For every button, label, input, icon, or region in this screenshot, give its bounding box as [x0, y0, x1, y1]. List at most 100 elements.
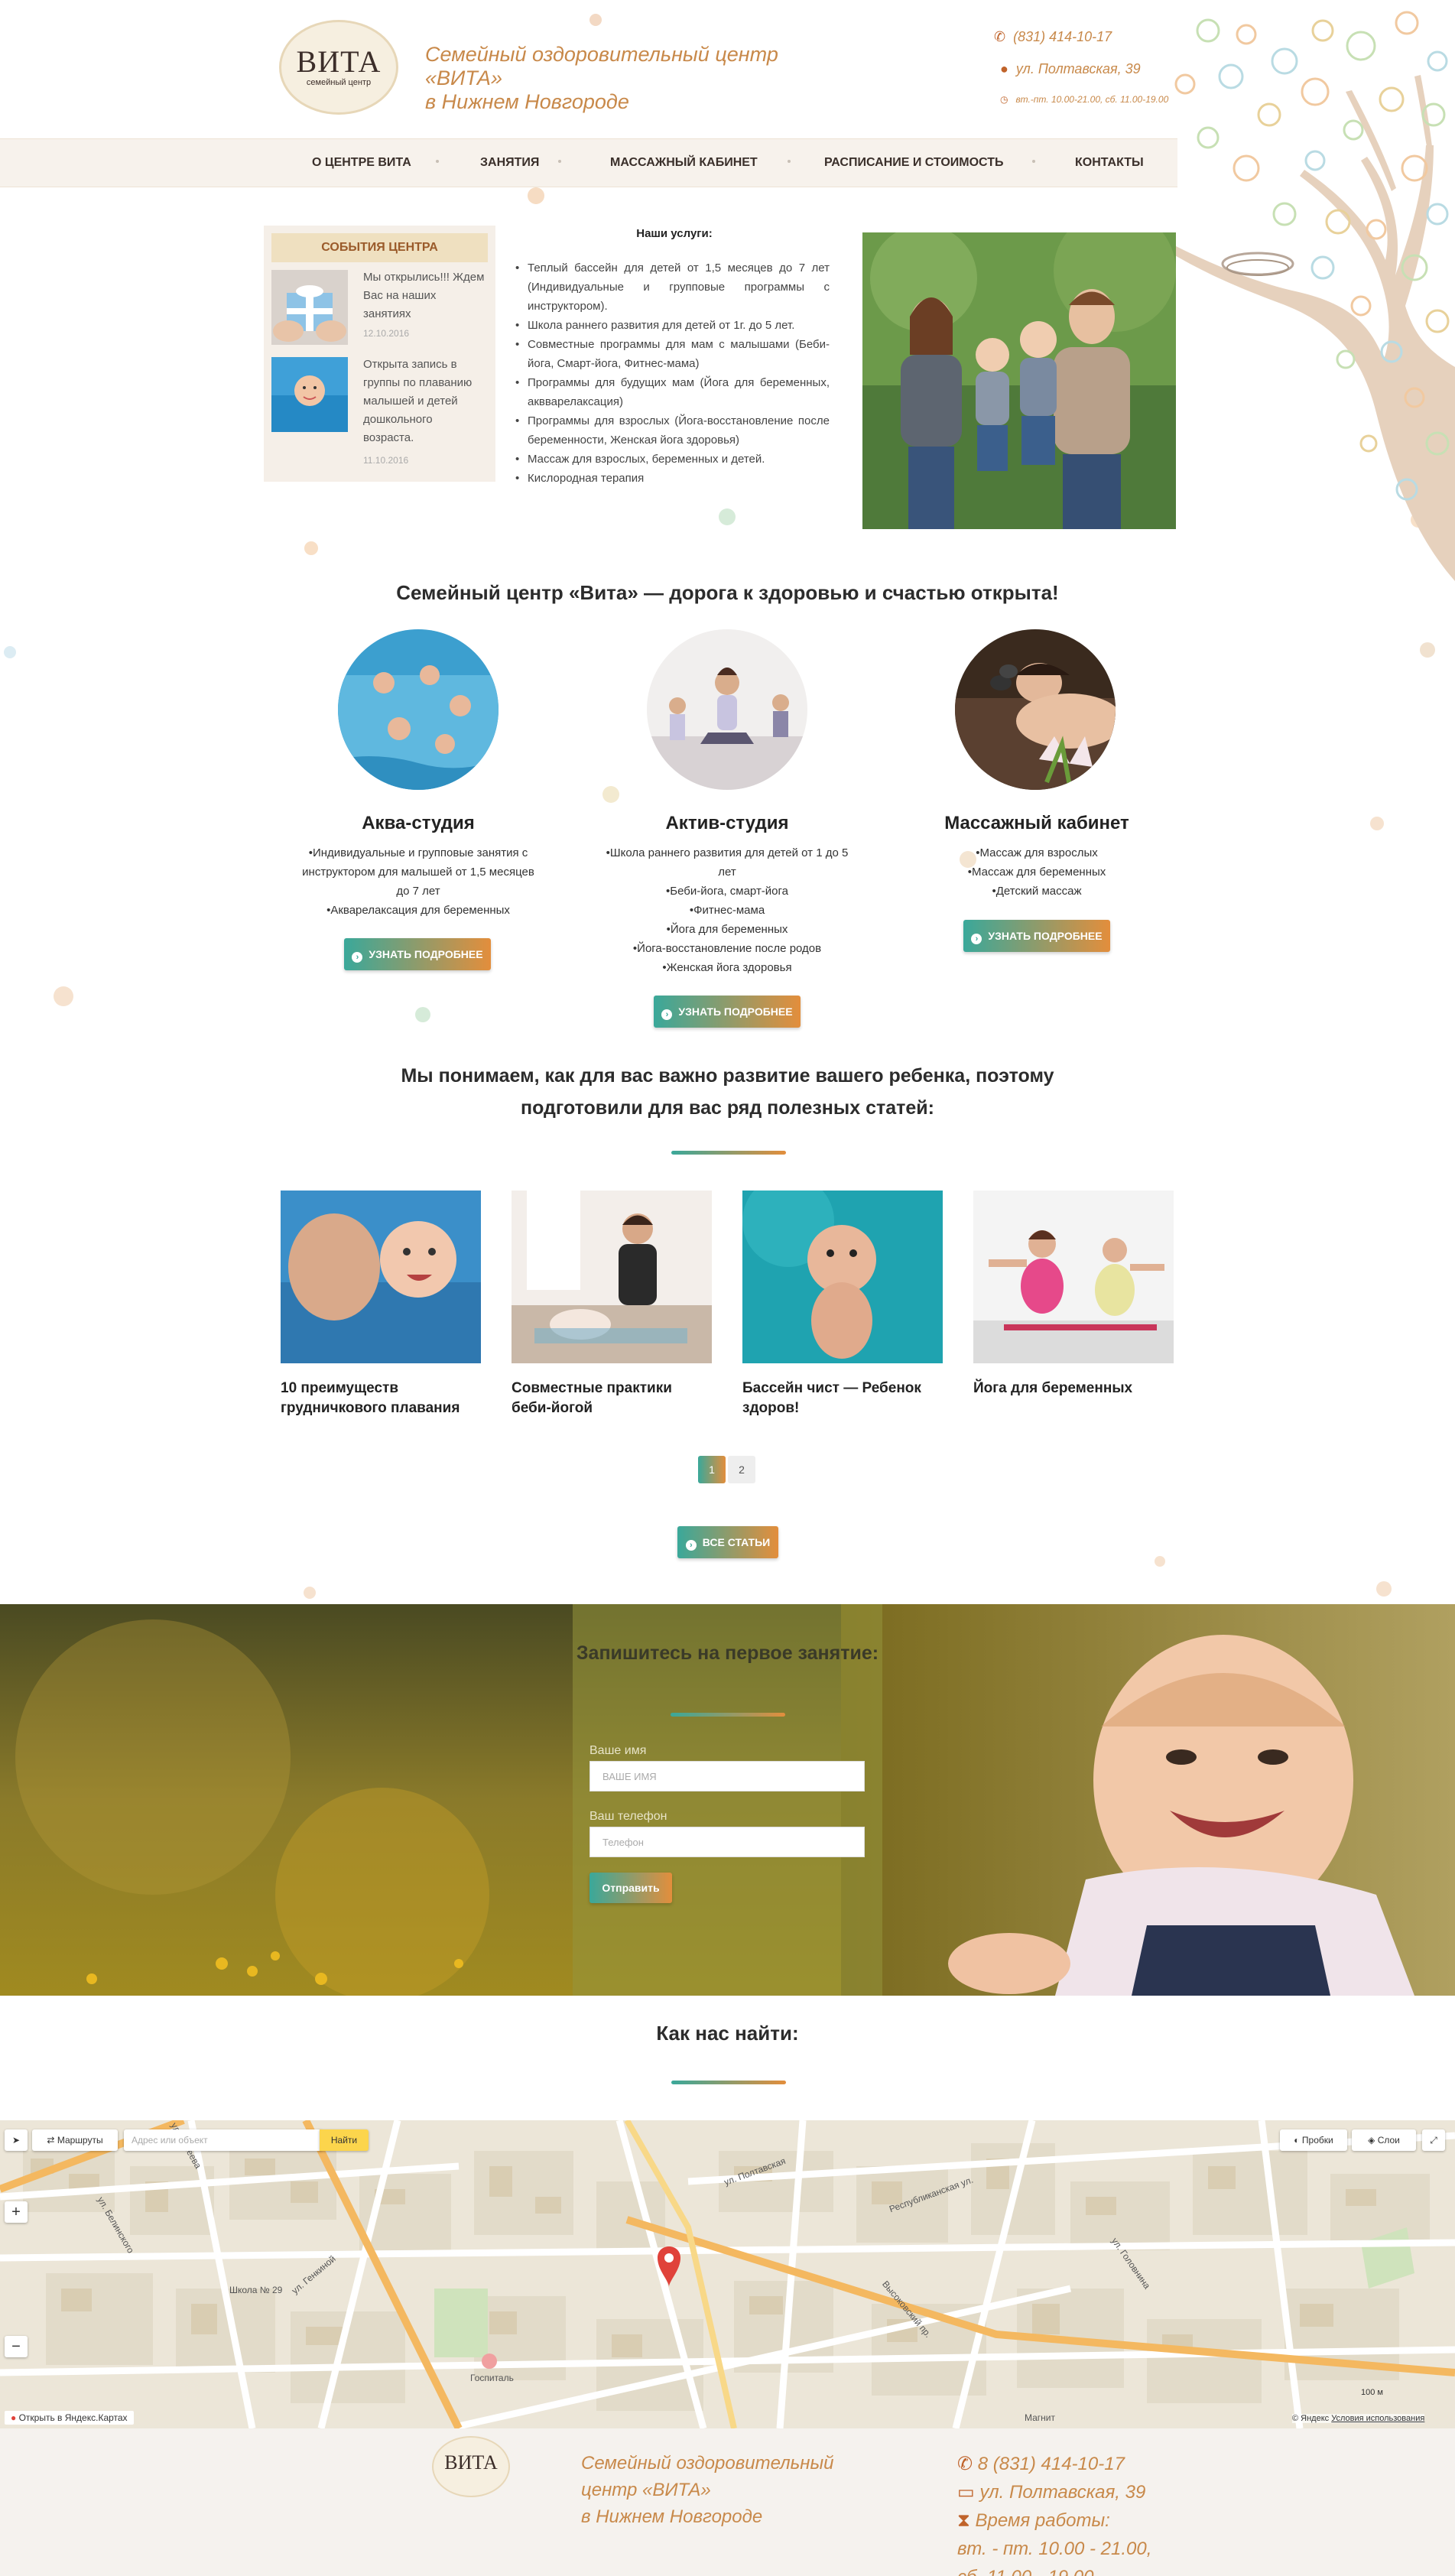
- map-icon: ▭: [957, 2482, 980, 2503]
- active-studio-item: Беби-йога, смарт-йога: [605, 882, 849, 901]
- tagline-line-2: в Нижнем Новгороде: [425, 90, 629, 113]
- map-search-button[interactable]: Найти: [320, 2129, 369, 2151]
- footer-tagline-line-3: в Нижнем Новгороде: [581, 2506, 763, 2527]
- poi-label: Госпиталь: [470, 2373, 514, 2383]
- nav-about[interactable]: О центре Вита: [312, 156, 411, 170]
- header-phone[interactable]: ✆ (831) 414-10-17: [994, 29, 1112, 45]
- phone-icon: ✆: [957, 2454, 978, 2474]
- footer-logo[interactable]: ВИТА: [432, 2436, 510, 2497]
- footer-hours-label-text: Время работы:: [975, 2510, 1110, 2531]
- tagline-line-1: Семейный оздоровительный центр «ВИТА»: [425, 43, 778, 89]
- service-item: Совместные программы для мам с малышами …: [512, 335, 830, 373]
- aqua-studio-title[interactable]: Аква-студия: [296, 813, 541, 834]
- phone-icon: ✆: [994, 29, 1006, 44]
- header-address-text: ул. Полтавская, 39: [1015, 61, 1141, 76]
- header-phone-text: (831) 414-10-17: [1013, 29, 1112, 44]
- nav-separator: [1032, 160, 1035, 163]
- all-articles-button[interactable]: › Все статьи: [677, 1526, 778, 1558]
- nav-separator: [436, 160, 439, 163]
- massage-item: Детский массаж: [914, 882, 1159, 901]
- active-studio-image[interactable]: [647, 629, 807, 790]
- routes-button[interactable]: ⇄ Маршруты: [32, 2129, 118, 2151]
- intro-heading: Семейный центр «Вита» — дорога к здоровь…: [396, 581, 1059, 604]
- massage-image[interactable]: [955, 629, 1116, 790]
- map-search-input[interactable]: Адрес или объект: [124, 2129, 321, 2151]
- nav-separator: [558, 160, 561, 163]
- poi-label: Школа № 29: [229, 2285, 283, 2295]
- article-title[interactable]: Йога для беременных: [973, 1379, 1174, 1398]
- footer-tagline-line-1: Семейный оздоровительный: [581, 2453, 834, 2474]
- layers-label: Слои: [1377, 2135, 1400, 2146]
- article-title[interactable]: 10 преимуществ грудничкового плавания: [281, 1379, 481, 1418]
- zoom-out-icon[interactable]: −: [5, 2336, 28, 2357]
- active-studio-more-label: Узнать подробнее: [678, 1005, 793, 1018]
- article-image[interactable]: [512, 1191, 712, 1363]
- circle-arrow-icon: ›: [685, 1540, 697, 1551]
- header-hours: ◷ вт.-пт. 10.00-21.00, сб. 11.00-19.00: [1000, 94, 1168, 105]
- articles-heading-line-2: подготовили для вас ряд полезных статей:: [520, 1097, 934, 1119]
- article-image[interactable]: [742, 1191, 943, 1363]
- massage-title[interactable]: Массажный кабинет: [914, 813, 1159, 834]
- active-studio-more-button[interactable]: › Узнать подробнее: [654, 996, 801, 1028]
- footer-phone[interactable]: ✆ 8 (831) 414-10-17: [957, 2450, 1187, 2478]
- open-in-yandex-link[interactable]: ● Открыть в Яндекс.Картах: [5, 2411, 134, 2425]
- submit-button[interactable]: Отправить: [589, 1873, 672, 1903]
- nav-contacts[interactable]: Контакты: [1075, 156, 1144, 170]
- main-nav: О центре Вита Занятия Массажный кабинет …: [0, 138, 1177, 187]
- events-panel: События центра Мы открылись!!! Ждем Вас …: [264, 226, 495, 482]
- yandex-map[interactable]: ул. Ванеева ул. Генкиной ул. Полтавская …: [0, 2120, 1455, 2428]
- name-label: Ваше имя: [589, 1744, 647, 1757]
- event-text[interactable]: Открыта запись в группы по плаванию малы…: [363, 356, 486, 447]
- article-image[interactable]: [973, 1191, 1174, 1363]
- active-studio-title[interactable]: Актив-студия: [605, 813, 849, 834]
- aqua-studio-image[interactable]: [338, 629, 499, 790]
- footer-hours-label: ⧗ Время работы:: [957, 2506, 1187, 2535]
- section-divider: [671, 2081, 786, 2084]
- map-canvas[interactable]: [0, 2120, 1455, 2428]
- active-studio-item: Йога для беременных: [605, 920, 849, 939]
- layers-button[interactable]: ◈ Слои: [1352, 2129, 1416, 2151]
- decorative-tree: [1170, 11, 1455, 581]
- footer-hours-line-2: сб. 11.00 - 19.00: [957, 2563, 1187, 2576]
- service-item: Программы для взрослых (Йога-восстановле…: [512, 411, 830, 450]
- article-title[interactable]: Совместные практики беби-йогой: [512, 1379, 712, 1418]
- nav-massage[interactable]: Массажный кабинет: [610, 156, 758, 170]
- traffic-icon: ◐: [1294, 2135, 1302, 2146]
- nav-classes[interactable]: Занятия: [480, 156, 539, 170]
- services-title: Наши услуги:: [636, 227, 713, 240]
- locate-icon[interactable]: ➤: [5, 2129, 28, 2151]
- service-item: Школа раннего развития для детей от 1г. …: [512, 316, 830, 335]
- article-image[interactable]: [281, 1191, 481, 1363]
- event-image-gift[interactable]: [271, 270, 348, 345]
- site-logo[interactable]: ВИТА семейный центр: [279, 20, 398, 115]
- articles-heading: Мы понимаем, как для вас важно развитие …: [229, 1060, 1226, 1124]
- zoom-in-icon[interactable]: +: [5, 2201, 28, 2223]
- articles-heading-line-1: Мы понимаем, как для вас важно развитие …: [401, 1065, 1054, 1087]
- article-title[interactable]: Бассейн чист — Ребенок здоров!: [742, 1379, 943, 1418]
- phone-input[interactable]: Телефон: [589, 1827, 865, 1857]
- routes-icon: ⇄: [47, 2135, 57, 2146]
- footer-contacts: ✆ 8 (831) 414-10-17 ▭ ул. Полтавская, 39…: [957, 2450, 1187, 2576]
- nav-schedule[interactable]: Расписание и стоимость: [824, 156, 1003, 170]
- event-image-swimming[interactable]: [271, 357, 348, 432]
- footer-tagline: Семейный оздоровительный центр «ВИТА» в …: [581, 2450, 887, 2530]
- name-input[interactable]: ВАШЕ ИМЯ: [589, 1761, 865, 1792]
- aqua-studio-item: Индивидуальные и групповые занятия с инс…: [296, 843, 541, 901]
- massage-more-button[interactable]: › Узнать подробнее: [963, 920, 1110, 952]
- massage-item: Массаж для беременных: [914, 862, 1159, 882]
- traffic-label: Пробки: [1301, 2135, 1333, 2146]
- event-text[interactable]: Мы открылись!!! Ждем Вас на наших заняти…: [363, 268, 486, 323]
- traffic-button[interactable]: ◐ Пробки: [1280, 2129, 1347, 2151]
- terms-link[interactable]: Условия использования: [1331, 2414, 1424, 2423]
- pagination-page-1[interactable]: 1: [698, 1456, 726, 1483]
- aqua-studio-more-button[interactable]: › Узнать подробнее: [344, 938, 491, 970]
- signup-form-panel: Запишитесь на первое занятие: Ваше имя В…: [573, 1604, 882, 1996]
- map-copyright: © Яндекс Условия использования: [1292, 2414, 1425, 2423]
- copyright-text: © Яндекс: [1292, 2414, 1330, 2423]
- family-photo: [862, 232, 1176, 529]
- footer-logo-text: ВИТА: [444, 2451, 498, 2474]
- event-date: 12.10.2016: [363, 328, 410, 339]
- fullscreen-icon[interactable]: ⤢: [1422, 2129, 1445, 2151]
- pagination-page-2[interactable]: 2: [728, 1456, 755, 1483]
- circle-arrow-icon: ›: [352, 952, 363, 963]
